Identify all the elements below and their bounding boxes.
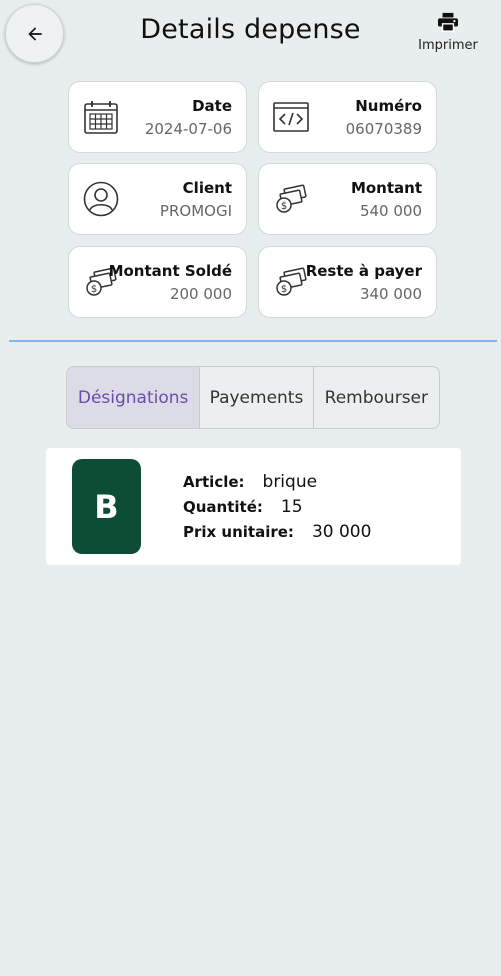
reste-title: Reste à payer <box>305 262 422 280</box>
tab-payements[interactable]: Payements <box>199 367 312 428</box>
calendar-icon <box>84 101 118 134</box>
montant-solde-card: $ Montant Soldé 200 000 <box>68 246 247 318</box>
date-card: Date 2024-07-06 <box>68 81 247 153</box>
montant-card: $ Montant 540 000 <box>258 163 437 235</box>
money-icon: $ <box>276 184 307 213</box>
date-value: 2024-07-06 <box>144 120 232 138</box>
quantite-value: 15 <box>280 497 303 517</box>
svg-text:$: $ <box>281 201 287 212</box>
numero-value: 06070389 <box>345 120 422 138</box>
montant-value: 540 000 <box>359 202 422 220</box>
montant-solde-title: Montant Soldé <box>108 262 232 280</box>
article-label: Article: <box>183 473 245 491</box>
quantite-row: Quantité: 15 <box>183 497 303 517</box>
money-icon: $ <box>276 267 307 296</box>
montant-solde-value: 200 000 <box>169 285 232 303</box>
tab-rembourser[interactable]: Rembourser <box>312 367 439 428</box>
prix-value: 30 000 <box>311 522 372 542</box>
reste-card: $ Reste à payer 340 000 <box>258 246 437 318</box>
reste-value: 340 000 <box>359 285 422 303</box>
numero-title: Numéro <box>355 97 422 115</box>
svg-text:$: $ <box>281 284 287 295</box>
montant-title: Montant <box>350 179 422 197</box>
printer-icon <box>438 12 458 32</box>
print-label: Imprimer <box>418 38 478 53</box>
date-title: Date <box>192 97 232 115</box>
article-row: Article: brique <box>183 472 317 492</box>
client-card: Client PROMOGI <box>68 163 247 235</box>
tab-designations[interactable]: Désignations <box>67 367 200 428</box>
tab-bar: Désignations Payements Rembourser <box>66 366 440 429</box>
article-card[interactable]: B Article: brique Quantité: 15 Prix unit… <box>46 448 461 565</box>
divider <box>9 340 497 342</box>
article-value: brique <box>262 472 318 492</box>
prix-row: Prix unitaire: 30 000 <box>183 522 371 542</box>
prix-label: Prix unitaire: <box>183 523 294 541</box>
print-button[interactable]: Imprimer <box>417 12 479 53</box>
code-icon <box>273 102 309 132</box>
svg-text:$: $ <box>91 284 97 295</box>
numero-card: Numéro 06070389 <box>258 81 437 153</box>
quantite-label: Quantité: <box>183 498 263 516</box>
article-avatar: B <box>72 459 141 554</box>
client-title: Client <box>182 179 232 197</box>
client-value: PROMOGI <box>159 202 232 220</box>
user-icon <box>83 181 119 217</box>
